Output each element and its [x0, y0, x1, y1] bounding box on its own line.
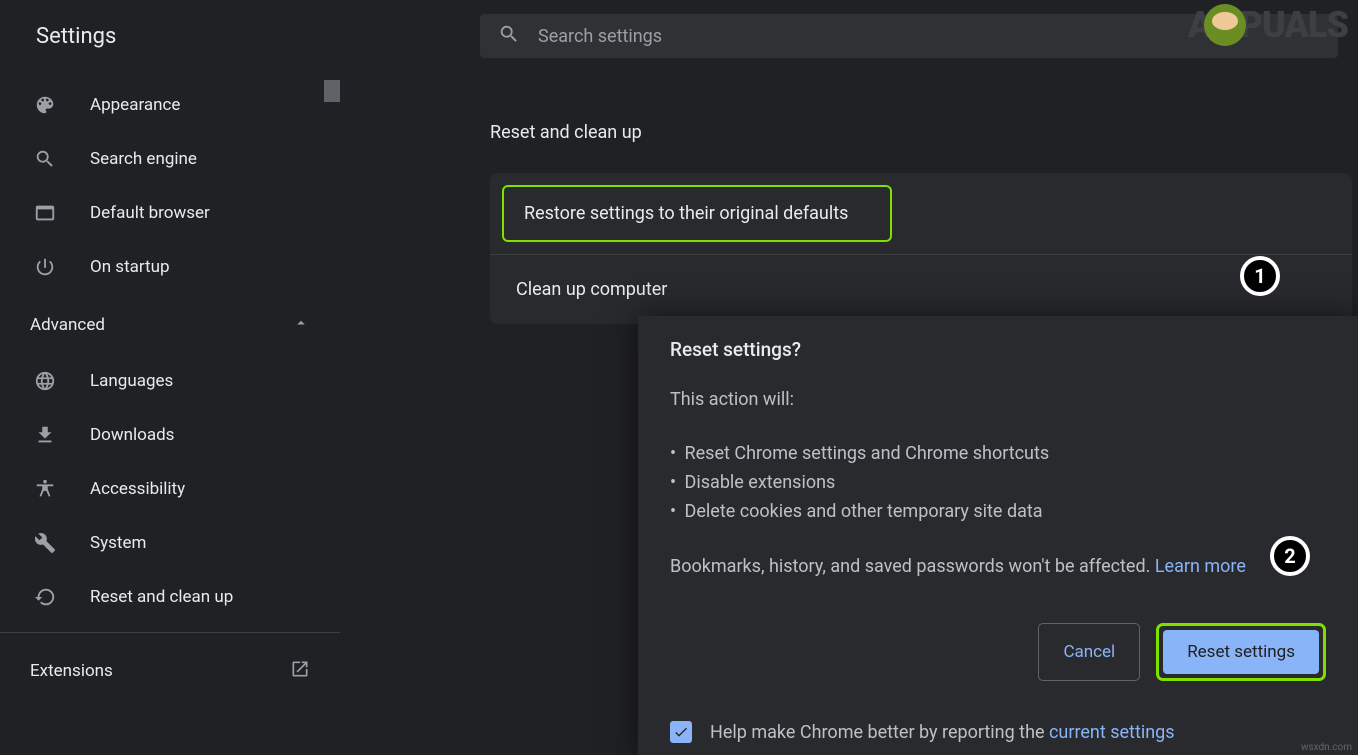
sidebar-item-label: Default browser — [90, 203, 210, 223]
dialog-footer: Help make Chrome better by reporting the… — [670, 721, 1326, 755]
section-title: Reset and clean up — [490, 122, 1358, 143]
option-cleanup-computer[interactable]: Clean up computer — [490, 255, 1352, 324]
scroll-indicator[interactable] — [324, 80, 340, 102]
accessibility-icon — [30, 478, 60, 500]
reset-button-highlight: Reset settings — [1156, 623, 1326, 681]
restore-icon — [30, 586, 60, 608]
sidebar-item-label: Downloads — [90, 425, 174, 445]
sidebar-item-accessibility[interactable]: Accessibility — [0, 462, 340, 516]
sidebar-item-appearance[interactable]: Appearance — [0, 78, 340, 132]
sidebar-item-label: Reset and clean up — [90, 587, 233, 607]
sidebar-advanced-toggle[interactable]: Advanced — [0, 294, 340, 354]
sidebar-item-label: Accessibility — [90, 479, 185, 499]
advanced-label: Advanced — [30, 315, 105, 335]
header-bar: Settings — [0, 0, 1358, 72]
sidebar: Appearance Search engine Default browser… — [0, 72, 340, 755]
sidebar-item-extensions[interactable]: Extensions — [0, 641, 340, 701]
callout-badge-2: 2 — [1270, 536, 1310, 576]
chevron-up-icon — [292, 314, 310, 336]
report-checkbox[interactable] — [670, 721, 692, 743]
callout-badge-1: 1 — [1240, 256, 1280, 296]
page-title: Settings — [20, 24, 480, 49]
sidebar-item-label: System — [90, 533, 146, 553]
sidebar-item-languages[interactable]: Languages — [0, 354, 340, 408]
reset-settings-button[interactable]: Reset settings — [1163, 630, 1319, 674]
search-icon — [498, 23, 538, 49]
learn-more-link[interactable]: Learn more — [1155, 556, 1246, 577]
option-restore-defaults[interactable]: Restore settings to their original defau… — [502, 185, 892, 242]
check-icon — [673, 724, 689, 740]
palette-icon — [30, 94, 60, 116]
dialog-intro: This action will: — [670, 389, 1326, 410]
sidebar-item-label: Appearance — [90, 95, 180, 115]
footer-text-prefix: Help make Chrome better by reporting the — [710, 722, 1049, 743]
appuals-logo: A PUALS — [1188, 4, 1348, 46]
current-settings-link[interactable]: current settings — [1049, 722, 1175, 743]
logo-suffix: PUALS — [1239, 4, 1348, 46]
sidebar-item-downloads[interactable]: Downloads — [0, 408, 340, 462]
wrench-icon — [30, 532, 60, 554]
cancel-button[interactable]: Cancel — [1038, 623, 1140, 681]
search-icon — [30, 148, 60, 170]
dialog-bullets: Reset Chrome settings and Chrome shortcu… — [670, 440, 1326, 526]
option-card: Restore settings to their original defau… — [490, 173, 1352, 324]
divider — [0, 632, 340, 633]
extensions-label: Extensions — [30, 661, 113, 681]
open-in-new-icon — [290, 659, 310, 683]
sidebar-item-default-browser[interactable]: Default browser — [0, 186, 340, 240]
reset-settings-dialog: 2 Reset settings? This action will: Rese… — [638, 316, 1358, 755]
sidebar-item-label: On startup — [90, 257, 170, 277]
dialog-title: Reset settings? — [670, 338, 1326, 361]
dialog-bullet: Disable extensions — [670, 469, 1326, 498]
dialog-note-text: Bookmarks, history, and saved passwords … — [670, 556, 1155, 577]
dialog-note: Bookmarks, history, and saved passwords … — [670, 556, 1326, 577]
sidebar-item-system[interactable]: System — [0, 516, 340, 570]
sidebar-item-search-engine[interactable]: Search engine — [0, 132, 340, 186]
option-label: Clean up computer — [516, 279, 667, 300]
footer-text: Help make Chrome better by reporting the… — [710, 722, 1175, 743]
option-label: Restore settings to their original defau… — [524, 203, 848, 224]
power-icon — [30, 256, 60, 278]
source-attribution: wsxdn.com — [1301, 742, 1352, 753]
dialog-bullet: Reset Chrome settings and Chrome shortcu… — [670, 440, 1326, 469]
dialog-buttons: Cancel Reset settings — [670, 623, 1326, 681]
globe-icon — [30, 370, 60, 392]
dialog-bullet: Delete cookies and other temporary site … — [670, 498, 1326, 527]
sidebar-item-label: Languages — [90, 371, 173, 391]
sidebar-item-on-startup[interactable]: On startup — [0, 240, 340, 294]
sidebar-item-label: Search engine — [90, 149, 197, 169]
browser-icon — [30, 202, 60, 224]
sidebar-item-reset-cleanup[interactable]: Reset and clean up — [0, 570, 340, 624]
download-icon — [30, 424, 60, 446]
